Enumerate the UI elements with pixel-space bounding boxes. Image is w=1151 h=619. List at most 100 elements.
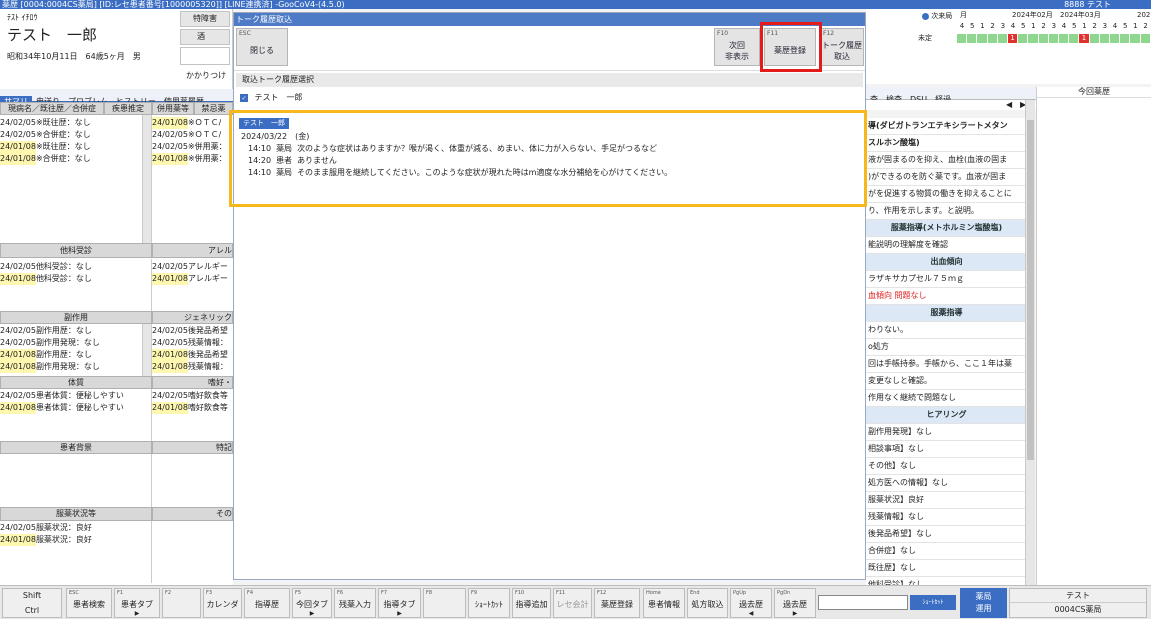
col-disease-header: 現病名／既往歴／合併症 xyxy=(0,102,104,115)
side-effect-scrollbar[interactable] xyxy=(142,324,151,376)
fkey-button[interactable]: F6 残薬入力 xyxy=(334,588,376,618)
drug-info-row: 能説明の理解度を確認 xyxy=(866,237,1025,254)
fkey-button[interactable]: F2 xyxy=(162,588,201,618)
fkey-button[interactable]: F12 薬歴登録 xyxy=(594,588,640,618)
drug-nav: ◀ ▶ xyxy=(866,100,1036,110)
calendar-cell[interactable] xyxy=(1110,34,1121,43)
concomitant-list: 24/01/08※ＯＴＣ/ 24/02/05※ＯＴＣ/ 24/02/05※併用薬… xyxy=(152,115,233,243)
fkey-button[interactable]: F5 今回タブ ▶ xyxy=(292,588,332,618)
date: 24/02/05 xyxy=(152,262,188,271)
drug-info-row: 相談事項】なし xyxy=(866,441,1025,458)
prev-arrow-icon[interactable]: ◀ xyxy=(1006,100,1012,110)
next-visit-radio[interactable]: 次来局 xyxy=(922,12,952,21)
drug-info-scrollbar[interactable] xyxy=(1025,100,1035,585)
key-hint: End xyxy=(690,590,700,596)
key-hint: F10 xyxy=(717,30,729,37)
fkey-button[interactable]: F1 患者タブ ▶ xyxy=(114,588,160,618)
disability-button[interactable]: 特障害 xyxy=(180,11,230,27)
drug-info-row: 合併症】なし xyxy=(866,543,1025,560)
calendar-day: 5 xyxy=(1020,22,1026,30)
date: 24/01/08 xyxy=(152,153,188,165)
drug-info-row: スルホン酸塩) xyxy=(866,135,1025,152)
calendar-visit-mark[interactable]: 1 xyxy=(1008,34,1019,43)
calendar-cell[interactable] xyxy=(997,34,1008,43)
calendar-cell[interactable] xyxy=(1048,34,1059,43)
calendar-day: 4 xyxy=(1061,22,1067,30)
calendar-day: 5 xyxy=(969,22,975,30)
calendar-visit-mark[interactable]: 1 xyxy=(1079,34,1090,43)
scroll-thumb[interactable] xyxy=(1027,120,1034,460)
allergy-list: 24/02/05アレルギー 24/01/08アレルギー xyxy=(152,259,233,311)
close-button[interactable]: ESC 閉じる xyxy=(236,28,288,66)
arrow-icon: ▶ xyxy=(792,610,798,617)
pharmacy-operation-button[interactable]: 薬局 運用 xyxy=(960,588,1007,618)
fkey-button[interactable]: F10 指導追加 xyxy=(512,588,551,618)
fkey-button[interactable]: ESC 患者検索 xyxy=(66,588,112,618)
shortcut-button[interactable]: ｼｮｰﾄｶｯﾄ xyxy=(910,595,956,610)
fkey-button[interactable]: F9 ｼｮｰﾄｶｯﾄ xyxy=(468,588,510,618)
other-dept-item: 他科受診：なし xyxy=(35,262,92,271)
fkey-button[interactable]: End 処方取込 xyxy=(687,588,728,618)
window-user: 8888 テスト xyxy=(1064,0,1111,9)
fkey-button[interactable]: Home 患者情報 xyxy=(643,588,685,618)
drug-info-row: 他科受診】なし xyxy=(866,577,1025,585)
date: 24/01/08 xyxy=(152,402,188,414)
disease-scrollbar[interactable] xyxy=(142,115,151,243)
calendar-cell[interactable] xyxy=(987,34,998,43)
other-dept-list: 24/02/05他科受診：なし 24/01/08他科受診：なし xyxy=(0,259,152,311)
concomitant-item: ※併用薬： xyxy=(187,154,227,163)
fkey-button[interactable]: F3 カレンダ xyxy=(203,588,242,618)
fkey-label: レセ会計 xyxy=(556,600,589,609)
close-label: 閉じる xyxy=(250,46,274,55)
dialog-toolbar: ESC 閉じる F10 次回 非表示 F11 薬歴登録 F12 トーク履歴 取込 xyxy=(234,22,865,72)
side-effect-item: 副作用歴：なし xyxy=(35,350,92,359)
calendar-days: 4512345123451234512 xyxy=(957,22,1151,31)
calendar-cell[interactable] xyxy=(967,34,978,43)
calendar-cell[interactable] xyxy=(1099,34,1110,43)
calendar-cell[interactable] xyxy=(977,34,988,43)
patient-checkbox[interactable]: ✓ テスト 一郎 xyxy=(240,92,303,103)
fkey-button[interactable]: PgDn 過去歴 ▶ xyxy=(774,588,816,618)
hide-next-button[interactable]: F10 次回 非表示 xyxy=(714,28,760,66)
fkey-label: Shift xyxy=(22,591,42,600)
calendar-cell[interactable] xyxy=(1028,34,1039,43)
drug-info-heading: 出血傾向 xyxy=(866,254,1025,271)
right-tabs: 査検査DSU経過 xyxy=(866,87,1036,104)
select-header: 取込トーク履歴選択 xyxy=(236,73,863,87)
calendar-cell[interactable] xyxy=(1089,34,1100,43)
drug-info-row: がを促進する物質の働きを抑えることに xyxy=(866,186,1025,203)
app-window: 薬歴 [0004:0004CS薬局] [ID:レセ患者番号[1000005320… xyxy=(0,0,1151,619)
calendar-day: 3 xyxy=(1102,22,1108,30)
shortcut-input[interactable] xyxy=(818,595,908,610)
calendar-day: 4 xyxy=(1112,22,1118,30)
calendar-cell[interactable] xyxy=(1038,34,1049,43)
disease-item: ※合併症：なし xyxy=(35,130,91,139)
date: 24/01/08 xyxy=(152,273,188,285)
fkey-button[interactable]: Shift Ctrl xyxy=(2,588,62,618)
key-hint: F1 xyxy=(117,590,124,596)
fkey-label: 過去歴 xyxy=(739,600,763,609)
fkey-button[interactable]: PgUp 過去歴 ◀ xyxy=(730,588,772,618)
calendar-day: 4 xyxy=(959,22,965,30)
calendar-cell[interactable] xyxy=(1018,34,1029,43)
calendar-cell[interactable] xyxy=(1069,34,1080,43)
drug-info-row: わりない。 xyxy=(866,322,1025,339)
fkey-button[interactable]: F11 レセ会計 xyxy=(553,588,592,618)
fkey-label: 患者タブ xyxy=(121,600,153,609)
date: 24/02/05 xyxy=(0,118,36,127)
other-dept-header: 他科受診 xyxy=(0,243,152,258)
concomitant-item: ※併用薬： xyxy=(187,142,227,151)
key-hint: Home xyxy=(646,590,661,596)
calendar-cell[interactable] xyxy=(1140,34,1151,43)
fkey-button[interactable]: F4 指導歴 xyxy=(244,588,290,618)
fkey-button[interactable]: F8 xyxy=(423,588,466,618)
alcohol-button[interactable]: 酒 xyxy=(180,29,230,45)
calendar-cell[interactable] xyxy=(1120,34,1131,43)
background-header: 患者背景 xyxy=(0,441,152,454)
calendar-cell[interactable] xyxy=(957,34,968,43)
fkey-button[interactable]: F7 指導タブ ▶ xyxy=(378,588,421,618)
calendar-cell[interactable] xyxy=(1059,34,1070,43)
arrow-icon: ▶ xyxy=(134,610,140,617)
calendar-cell[interactable] xyxy=(1130,34,1141,43)
import-talk-button[interactable]: F12 トーク履歴 取込 xyxy=(820,28,864,66)
